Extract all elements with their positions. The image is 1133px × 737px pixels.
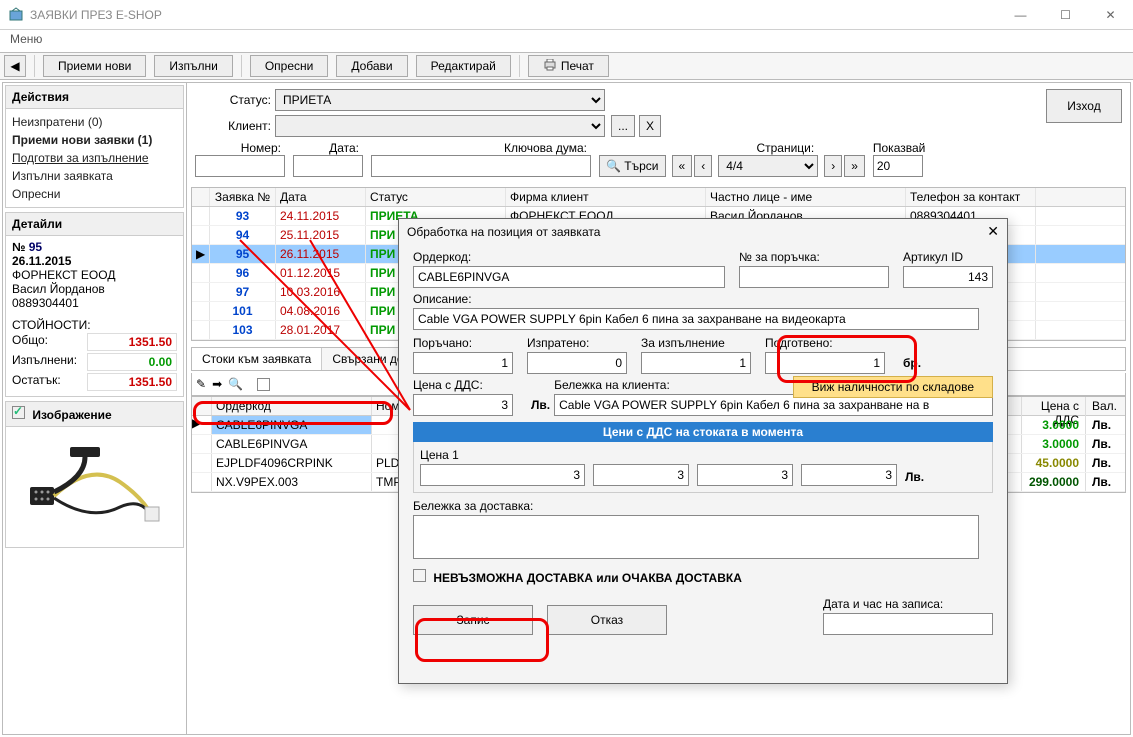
printer-icon	[543, 59, 557, 74]
open-row-icon[interactable]: ➡	[212, 377, 222, 391]
sent-input[interactable]	[527, 352, 627, 374]
show-input[interactable]	[873, 155, 923, 177]
search-row-icon[interactable]: 🔍	[228, 377, 243, 391]
modal-title: Обработка на позиция от заявката	[407, 225, 600, 239]
product-image	[20, 442, 170, 532]
image-header: Изображение	[6, 402, 183, 427]
number-input[interactable]	[195, 155, 285, 177]
action-unsent[interactable]: Неизпратени (0)	[12, 113, 177, 131]
items-checkbox[interactable]	[257, 378, 270, 391]
date-input[interactable]	[293, 155, 363, 177]
page-next-button[interactable]: ›	[824, 155, 842, 177]
image-checkbox[interactable]	[12, 406, 25, 419]
price1-input[interactable]	[420, 464, 585, 486]
edit-position-modal: Обработка на позиция от заявката ✕ Ордер…	[398, 218, 1008, 684]
action-accept-new[interactable]: Приеми нови заявки (1)	[12, 131, 177, 149]
window-title: ЗАЯВКИ ПРЕЗ E-SHOP	[30, 8, 162, 22]
main-toolbar: ◀ Приеми нови Изпълни Опресни Добави Ред…	[0, 52, 1133, 80]
details-panel: Детайли № 95 26.11.2015 ФОРНЕКСТ ЕООД Ва…	[5, 212, 184, 397]
actions-header: Действия	[6, 86, 183, 109]
modal-close-button[interactable]: ✕	[987, 223, 999, 240]
price2-input[interactable]	[593, 464, 689, 486]
filters-panel: Изход Статус: ПРИЕТА Клиент: ... X Номер…	[187, 83, 1130, 187]
impossible-delivery-checkbox[interactable]	[413, 569, 426, 582]
cancel-button[interactable]: Отказ	[547, 605, 667, 635]
pages-select[interactable]: 4/4	[718, 155, 818, 177]
fulfill-button[interactable]: Изпълни	[154, 55, 232, 77]
add-button[interactable]: Добави	[336, 55, 407, 77]
status-select[interactable]: ПРИЕТА	[275, 89, 605, 111]
keyword-input[interactable]	[371, 155, 591, 177]
close-button[interactable]: ✕	[1088, 0, 1133, 30]
refresh-button[interactable]: Опресни	[250, 55, 329, 77]
edit-button[interactable]: Редактирай	[416, 55, 511, 77]
action-refresh[interactable]: Опресни	[12, 185, 177, 203]
page-last-button[interactable]: »	[844, 155, 865, 177]
action-fulfill[interactable]: Изпълни заявката	[12, 167, 177, 185]
nav-prev-button[interactable]: ◀	[4, 55, 26, 77]
price-dds-input[interactable]	[413, 394, 513, 416]
prepared-input[interactable]	[765, 352, 885, 374]
details-header: Детайли	[6, 213, 183, 236]
menu-bar[interactable]: Меню	[0, 30, 1133, 52]
ordered-input[interactable]	[413, 352, 513, 374]
timestamp-input[interactable]	[823, 613, 993, 635]
page-prev-button[interactable]: ‹	[694, 155, 712, 177]
client-lookup-button[interactable]: ...	[611, 115, 635, 137]
po-input[interactable]	[739, 266, 889, 288]
image-panel: Изображение	[5, 401, 184, 548]
view-stock-button[interactable]: Виж наличности по складове	[793, 376, 993, 398]
maximize-button[interactable]: ☐	[1043, 0, 1088, 30]
price3-input[interactable]	[697, 464, 793, 486]
description-input[interactable]	[413, 308, 979, 330]
minimize-button[interactable]: —	[998, 0, 1043, 30]
client-select[interactable]	[275, 115, 605, 137]
app-icon	[8, 7, 24, 23]
action-prepare[interactable]: Подготви за изпълнение	[12, 149, 177, 167]
print-button[interactable]: Печат	[528, 55, 609, 77]
actions-panel: Действия Неизпратени (0) Приеми нови зая…	[5, 85, 184, 208]
prices-bar: Цени с ДДС на стоката в момента	[413, 422, 993, 442]
exit-button[interactable]: Изход	[1046, 89, 1122, 123]
tofulfill-input[interactable]	[641, 352, 751, 374]
ordercode-input[interactable]	[413, 266, 725, 288]
accept-new-button[interactable]: Приеми нови	[43, 55, 146, 77]
page-first-button[interactable]: «	[672, 155, 693, 177]
title-bar: ЗАЯВКИ ПРЕЗ E-SHOP — ☐ ✕	[0, 0, 1133, 30]
article-id-input[interactable]	[903, 266, 993, 288]
tab-items[interactable]: Стоки към заявката	[192, 348, 322, 370]
price4-input[interactable]	[801, 464, 897, 486]
save-button[interactable]: Запис	[413, 605, 533, 635]
edit-row-icon[interactable]: ✎	[196, 377, 206, 391]
delivery-note-input[interactable]	[413, 515, 979, 559]
client-clear-button[interactable]: X	[639, 115, 661, 137]
search-button[interactable]: 🔍 Търси	[599, 155, 666, 177]
